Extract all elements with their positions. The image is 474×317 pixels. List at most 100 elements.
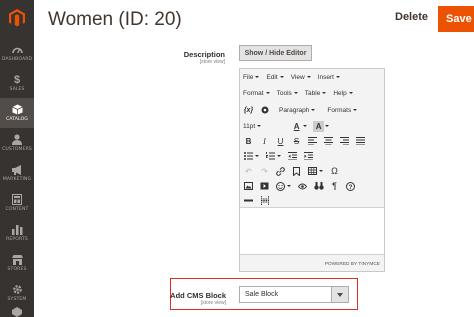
sidebar-item-stores[interactable]: STORES [0, 248, 34, 278]
editor-toolbar-1: {x} Paragraph Formats [243, 103, 364, 117]
sidebar-item-label: STORES [7, 267, 27, 272]
gear-icon [11, 284, 23, 295]
svg-text:?: ? [349, 183, 353, 190]
formats-select-label: Formats [327, 106, 352, 114]
menu-tools-label: Tools [276, 89, 292, 97]
sidebar-item-label: CUSTOMERS [2, 147, 32, 152]
paragraph-mark-icon[interactable]: ¶ [329, 181, 340, 192]
layout-icon [11, 194, 23, 205]
align-center-icon[interactable] [323, 136, 334, 147]
paragraph-select[interactable]: Paragraph [279, 106, 316, 114]
menu-file[interactable]: File [243, 73, 260, 81]
box-icon [11, 104, 23, 115]
editor-toolbar-7 [243, 193, 275, 207]
align-right-icon[interactable] [339, 136, 350, 147]
description-label: Description [183, 50, 225, 59]
sidebar-item-label: REPORTS [6, 237, 28, 242]
editor-toolbar-5: ↶ ↷ Ω [243, 164, 345, 178]
sidebar-item-label: CONTENT [5, 207, 29, 212]
cms-block-label: Add CMS Block [170, 291, 226, 300]
find-replace-icon[interactable] [313, 181, 324, 192]
sidebar-item-more[interactable] [0, 306, 34, 317]
font-size-select-label: 11pt [243, 122, 256, 130]
italic-icon[interactable]: I [259, 136, 270, 147]
sidebar-item-customers[interactable]: CUSTOMERS [0, 128, 34, 158]
sidebar-item-label: DASHBOARD [1, 57, 33, 62]
indent-icon[interactable] [303, 151, 314, 162]
table-icon[interactable] [307, 166, 318, 177]
help-icon[interactable]: ? [345, 181, 356, 192]
bold-icon[interactable]: B [243, 136, 254, 147]
save-button[interactable]: Save [438, 6, 474, 32]
menu-table[interactable]: Table [305, 90, 327, 97]
menu-view[interactable]: View [291, 74, 311, 81]
sidebar-item-dashboard[interactable]: DASHBOARD [0, 38, 34, 68]
editor-menubar: File Edit View Insert [243, 70, 347, 84]
dashboard-icon [11, 44, 23, 55]
text-color-icon[interactable]: A [291, 121, 302, 132]
sidebar: DASHBOARD $ SALES CATALOG CUSTOMERS MARK… [0, 0, 34, 317]
align-left-icon[interactable] [307, 136, 318, 147]
wysiwyg-editor: File Edit View Insert Format Tools Table… [239, 68, 385, 272]
formats-select[interactable]: Formats [327, 106, 358, 114]
horizontal-rule-icon[interactable] [243, 195, 254, 206]
link-icon[interactable] [275, 166, 286, 177]
undo-icon[interactable]: ↶ [243, 166, 254, 177]
editor-toolbar-4 [243, 149, 319, 163]
menu-table-label: Table [304, 89, 321, 97]
font-size-select[interactable]: 11pt [243, 122, 262, 130]
sidebar-item-sales[interactable]: $ SALES [0, 68, 34, 98]
editor-menubar-2: Format Tools Table Help [243, 86, 360, 100]
special-character-icon[interactable]: Ω [329, 166, 340, 177]
background-color-icon[interactable]: A [313, 120, 325, 132]
menu-view-label: View [290, 73, 305, 81]
emoticons-icon[interactable] [275, 181, 286, 192]
sidebar-item-reports[interactable]: REPORTS [0, 218, 34, 248]
editor-toolbar-6: ¶ ? [243, 179, 361, 193]
menu-help[interactable]: Help [333, 89, 353, 97]
chevron-down-icon[interactable] [331, 287, 348, 302]
sidebar-item-label: MARKETING [2, 177, 32, 182]
delete-button[interactable]: Delete [395, 11, 428, 23]
editor-toolbar-3: B I U S [243, 134, 371, 148]
media-icon[interactable] [259, 181, 270, 192]
strikethrough-icon[interactable]: S [291, 136, 302, 147]
sidebar-item-content[interactable]: CONTENT [0, 188, 34, 218]
store-icon [11, 254, 23, 265]
redo-icon[interactable]: ↷ [259, 166, 270, 177]
menu-format[interactable]: Format [243, 90, 270, 97]
source-code-icon[interactable]: {x} [243, 105, 254, 116]
menu-format-label: Format [243, 89, 264, 97]
menu-file-label: File [243, 73, 254, 81]
bar-chart-icon [11, 224, 23, 235]
image-icon[interactable] [243, 181, 254, 192]
sidebar-item-label: SALES [9, 87, 25, 92]
page-title: Women (ID: 20) [48, 9, 182, 30]
show-hide-editor-button[interactable]: Show / Hide Editor [239, 45, 312, 61]
sidebar-item-system[interactable]: SYSTEM [0, 278, 34, 308]
cms-block-select[interactable]: Sale Block [239, 286, 349, 303]
menu-help-label: Help [333, 89, 347, 97]
person-icon [11, 134, 23, 145]
menu-edit[interactable]: Edit [266, 74, 284, 81]
preview-icon[interactable] [297, 181, 308, 192]
insert-widget-icon[interactable] [259, 105, 270, 116]
paragraph-select-label: Paragraph [279, 106, 310, 114]
menu-tools[interactable]: Tools [277, 90, 298, 97]
bullet-list-icon[interactable] [243, 151, 254, 162]
cms-block-scope: [store view] [200, 300, 226, 306]
align-justify-icon[interactable] [355, 136, 366, 147]
powered-by-tinymce[interactable]: POWERED BY TINYMCE [325, 262, 380, 267]
bookmark-icon[interactable] [291, 166, 302, 177]
description-scope: [store view] [199, 59, 225, 65]
sidebar-item-marketing[interactable]: MARKETING [0, 158, 34, 188]
menu-insert[interactable]: Insert [318, 74, 340, 81]
sidebar-item-catalog[interactable]: CATALOG [0, 98, 34, 128]
editor-content-area[interactable] [240, 207, 384, 255]
underline-icon[interactable]: U [275, 136, 286, 147]
numbered-list-icon[interactable] [265, 151, 276, 162]
outdent-icon[interactable] [287, 151, 298, 162]
magento-logo-icon[interactable] [0, 0, 34, 36]
cms-block-select-value: Sale Block [245, 291, 279, 298]
page-break-icon[interactable] [259, 195, 270, 206]
